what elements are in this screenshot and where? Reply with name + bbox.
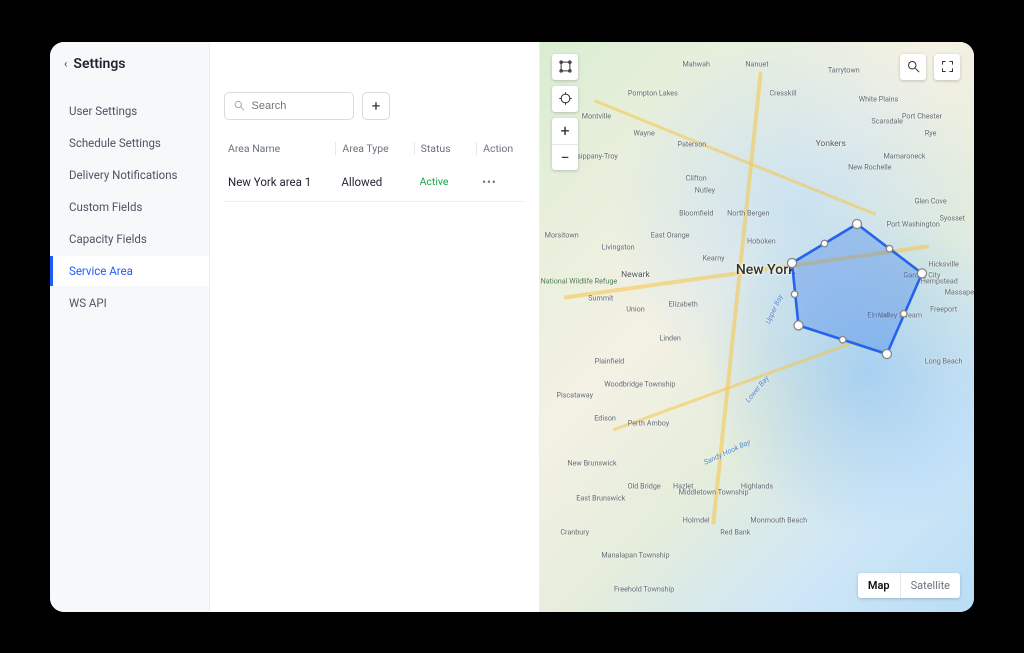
sidebar-item-user-settings[interactable]: User Settings bbox=[50, 96, 209, 126]
map-micro-label: Paterson bbox=[677, 140, 706, 149]
map-micro-label: Scarsdale bbox=[871, 117, 903, 126]
map-search-button[interactable] bbox=[900, 54, 926, 80]
map-micro-label: Glen Cove bbox=[915, 197, 947, 206]
map-micro-label: North Bergen bbox=[727, 208, 769, 217]
map-panel[interactable]: New York Newark Yonkers Tarrytown White … bbox=[540, 42, 974, 612]
col-area-name: Area Name bbox=[226, 142, 335, 155]
map-park-label: Swamp National Wildlife Refuge bbox=[540, 276, 617, 285]
col-area-type: Area Type bbox=[335, 142, 413, 155]
back-icon[interactable]: ‹ bbox=[64, 57, 67, 70]
map-type-map[interactable]: Map bbox=[858, 573, 900, 598]
polygon-icon bbox=[558, 59, 573, 74]
map-micro-label: Syosset bbox=[940, 214, 965, 223]
map-micro-label: Morsitown bbox=[545, 231, 579, 240]
add-area-button[interactable]: + bbox=[362, 92, 390, 120]
side-nav: User Settings Schedule Settings Delivery… bbox=[50, 90, 209, 324]
map-micro-label: East Brunswick bbox=[576, 493, 625, 502]
map-micro-label: Perth Amboy bbox=[628, 419, 669, 428]
map-micro-label: Nutley bbox=[695, 185, 715, 194]
map-micro-label: Red Bank bbox=[720, 527, 750, 536]
sidebar-item-custom-fields[interactable]: Custom Fields bbox=[50, 192, 209, 222]
area-list-panel: + Area Name Area Type Status Action New … bbox=[210, 42, 540, 612]
col-status: Status bbox=[414, 142, 477, 155]
map-micro-label: Massapequa bbox=[945, 288, 974, 297]
map-micro-label: Mahwah bbox=[683, 60, 710, 69]
map-micro-label: White Plains bbox=[859, 94, 899, 103]
search-input[interactable] bbox=[252, 100, 345, 112]
toolbar: + bbox=[224, 92, 525, 120]
map-micro-label: Edison bbox=[594, 413, 616, 422]
map-micro-label: Highlands bbox=[741, 482, 773, 491]
search-input-wrap[interactable] bbox=[224, 92, 354, 120]
map-type-switch: Map Satellite bbox=[858, 573, 960, 598]
map-micro-label: Wayne bbox=[634, 128, 655, 137]
map-micro-label: Cranbury bbox=[560, 527, 589, 536]
zoom-control: + − bbox=[552, 118, 578, 170]
map-micro-label: Woodbridge Township bbox=[604, 379, 675, 388]
map-micro-label: East Orange bbox=[651, 231, 690, 240]
map-micro-label: Linden bbox=[659, 333, 680, 342]
map-micro-label: Cresskill bbox=[769, 88, 796, 97]
map-micro-label: Mamaroneck bbox=[884, 151, 926, 160]
map-micro-label: Pompton Lakes bbox=[628, 88, 678, 97]
map-micro-label: Manalapan Township bbox=[601, 550, 669, 559]
search-icon bbox=[233, 98, 246, 113]
map-micro-label: Hoboken bbox=[747, 237, 776, 246]
cell-area-type: Allowed bbox=[335, 175, 413, 189]
sidebar: ‹ Settings User Settings Schedule Settin… bbox=[50, 42, 210, 612]
locate-button[interactable] bbox=[552, 86, 578, 112]
map-micro-label: Port Chester bbox=[902, 111, 942, 120]
map-place-label: Newark bbox=[621, 270, 650, 280]
sidebar-header: ‹ Settings bbox=[50, 42, 209, 90]
sidebar-item-delivery-notifications[interactable]: Delivery Notifications bbox=[50, 160, 209, 190]
map-micro-label: Middletown Township bbox=[679, 487, 749, 496]
sidebar-item-ws-api[interactable]: WS API bbox=[50, 288, 209, 318]
map-micro-label: Long Beach bbox=[925, 356, 963, 365]
map-micro-label: Elizabeth bbox=[669, 299, 698, 308]
page-title: Settings bbox=[73, 56, 125, 72]
draw-polygon-button[interactable] bbox=[552, 54, 578, 80]
map-micro-label: Hempstead bbox=[921, 276, 958, 285]
map-city-label: New York bbox=[736, 262, 796, 278]
zoom-out-button[interactable]: − bbox=[552, 144, 578, 170]
map-micro-label: Plainfield bbox=[595, 356, 625, 365]
map-micro-label: Union bbox=[626, 305, 644, 314]
map-type-satellite[interactable]: Satellite bbox=[900, 573, 960, 598]
map-micro-label: Summit bbox=[588, 294, 613, 303]
map-micro-label: Tarrytown bbox=[828, 66, 860, 75]
map-micro-label: Freehold Township bbox=[614, 584, 674, 593]
map-micro-label: New Rochelle bbox=[848, 162, 892, 171]
map-micro-label: Clifton bbox=[686, 174, 707, 183]
fullscreen-button[interactable] bbox=[934, 54, 960, 80]
app-window: ‹ Settings User Settings Schedule Settin… bbox=[50, 42, 974, 612]
map-micro-label: Montville bbox=[582, 111, 611, 120]
map-micro-label: Holmdel bbox=[683, 516, 710, 525]
sidebar-item-capacity-fields[interactable]: Capacity Fields bbox=[50, 224, 209, 254]
table-header: Area Name Area Type Status Action bbox=[224, 134, 525, 163]
magnifier-icon bbox=[906, 59, 921, 74]
map-micro-label: Livingston bbox=[602, 242, 635, 251]
map-micro-label: New Brunswick bbox=[567, 459, 616, 468]
map-micro-label: Kearny bbox=[703, 254, 725, 263]
cell-area-name: New York area 1 bbox=[226, 175, 335, 189]
map-micro-label: Piscataway bbox=[556, 390, 593, 399]
row-action-menu[interactable]: ••• bbox=[476, 175, 523, 189]
map-micro-label: Bloomfield bbox=[679, 208, 713, 217]
fullscreen-icon bbox=[940, 59, 955, 74]
map-micro-label: Hicksville bbox=[928, 259, 959, 268]
table-row[interactable]: New York area 1 Allowed Active ••• bbox=[224, 163, 525, 202]
service-area-polygon[interactable] bbox=[792, 224, 922, 324]
sidebar-item-schedule-settings[interactable]: Schedule Settings bbox=[50, 128, 209, 158]
crosshair-icon bbox=[558, 91, 573, 106]
map-micro-label: Nanuet bbox=[745, 60, 768, 69]
col-action: Action bbox=[476, 142, 523, 155]
map-place-label: Yonkers bbox=[816, 139, 846, 149]
map-micro-label: Monmouth Beach bbox=[750, 516, 807, 525]
map-micro-label: Freeport bbox=[930, 305, 957, 314]
zoom-in-button[interactable]: + bbox=[552, 118, 578, 144]
sidebar-item-service-area[interactable]: Service Area bbox=[50, 256, 209, 286]
cell-status: Active bbox=[414, 175, 477, 188]
map-micro-label: Rye bbox=[925, 128, 937, 137]
map-micro-label: Old Bridge bbox=[628, 482, 661, 491]
